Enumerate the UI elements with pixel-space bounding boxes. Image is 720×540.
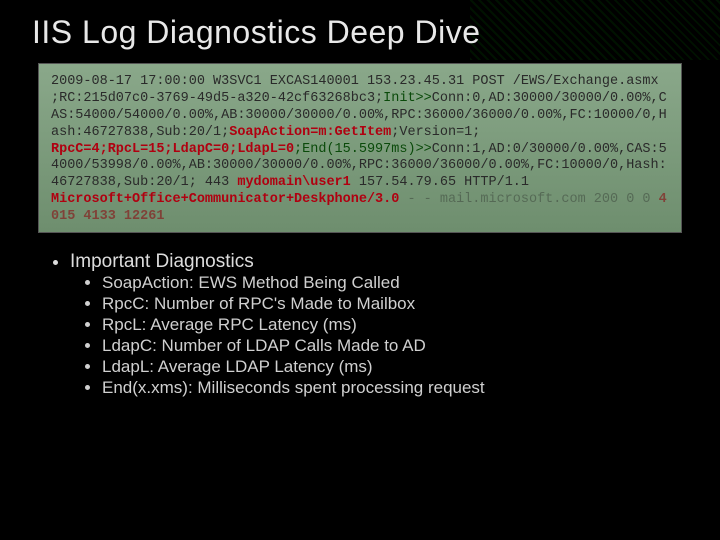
log-text: 157.54.79.65 HTTP/1.1 [351, 175, 529, 190]
log-sample-box: 2009-08-17 17:00:00 W3SVC1 EXCAS140001 1… [38, 63, 682, 233]
log-user: mydomain\user1 [237, 175, 350, 190]
log-rpc-ldap: RpcC=4;RpcL=15;LdapC=0;LdapL=0 [51, 142, 294, 157]
diagnostics-heading-label: Important Diagnostics [70, 251, 254, 272]
log-text: ;Version=1; [391, 125, 480, 140]
diagnostics-items: SoapAction: EWS Method Being Called RpcC… [102, 273, 688, 398]
list-item: End(x.xms): Milliseconds spent processin… [102, 378, 688, 398]
log-end-marker: ;End(15.5997ms)>> [294, 142, 432, 157]
list-item: SoapAction: EWS Method Being Called [102, 273, 688, 293]
slide-body: IIS Log Diagnostics Deep Dive 2009-08-17… [0, 0, 720, 398]
list-item: RpcC: Number of RPC's Made to Mailbox [102, 294, 688, 314]
page-title: IIS Log Diagnostics Deep Dive [32, 14, 688, 51]
log-soapaction: SoapAction=m:GetItem [229, 125, 391, 140]
log-init-marker: Init>> [383, 91, 432, 106]
list-item: LdapL: Average LDAP Latency (ms) [102, 357, 688, 377]
diagnostics-heading: Important Diagnostics SoapAction: EWS Me… [70, 251, 688, 398]
diagnostics-list: Important Diagnostics SoapAction: EWS Me… [70, 251, 688, 398]
log-useragent: Microsoft+Office+Communicator+Deskphone/… [51, 192, 399, 207]
list-item: LdapC: Number of LDAP Calls Made to AD [102, 336, 688, 356]
list-item: RpcL: Average RPC Latency (ms) [102, 315, 688, 335]
log-tail: - - mail.microsoft.com 200 0 0 [399, 192, 658, 207]
